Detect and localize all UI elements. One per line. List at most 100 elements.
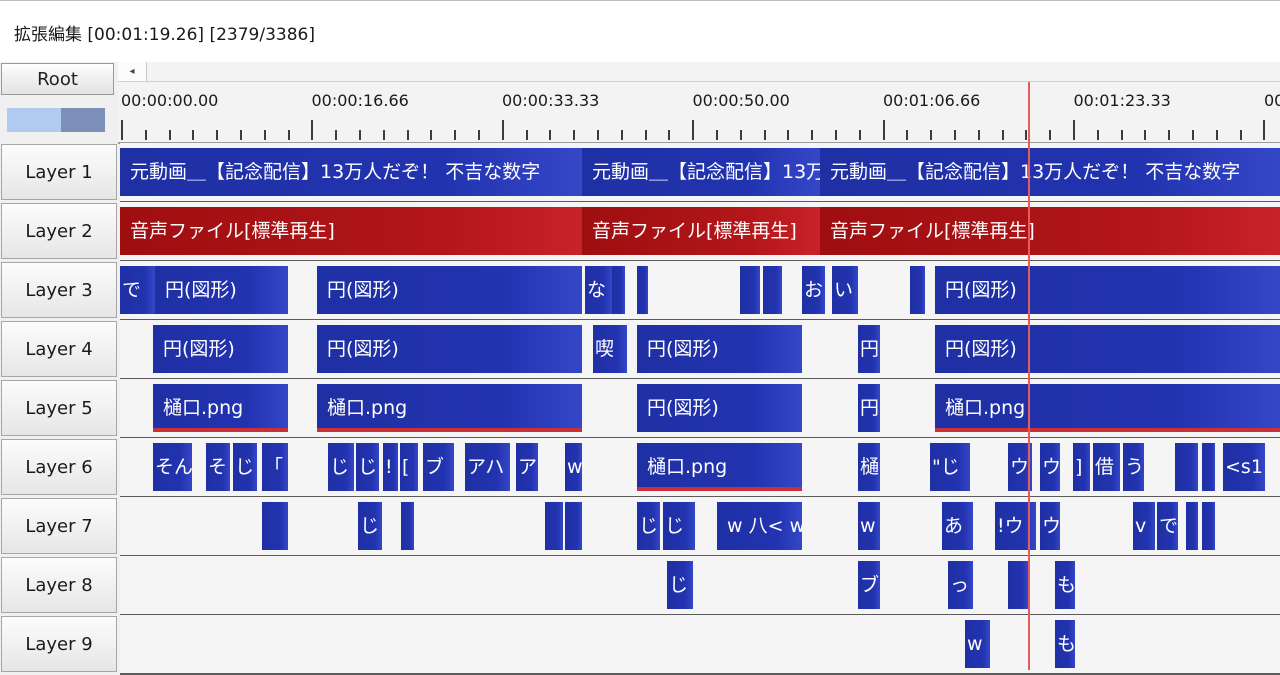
track-row-layer-5[interactable]: 樋口.png 樋口.png 円(図形) 円 樋口.png (120, 379, 1280, 439)
timeline-clip[interactable]: 「 (262, 443, 288, 491)
timeline-clip[interactable]: 円(図形) (637, 384, 802, 432)
timeline-clip[interactable]: v (1133, 502, 1155, 550)
timeline-clip[interactable]: じ (663, 502, 695, 550)
timeline-clip[interactable]: w (565, 443, 582, 491)
track-row-layer-1[interactable]: 元動画＿【記念配信】13万人だぞ！ 不吉な数字元動画＿【記念配信】13万人だぞ！… (120, 143, 1280, 203)
layer-header-8[interactable]: Layer 8 (1, 557, 117, 613)
timeline-clip[interactable] (262, 502, 288, 550)
track-row-layer-7[interactable]: じじじw 八< w w あ !ウウ v で (120, 497, 1280, 557)
timeline-clip[interactable]: ] (1073, 443, 1090, 491)
timeline-clip[interactable]: じ (667, 561, 693, 609)
timeline-clip[interactable]: も (1055, 561, 1075, 609)
timeline-clip[interactable]: っ (948, 561, 973, 609)
layer-header-2[interactable]: Layer 2 (1, 203, 117, 259)
layer-header-1[interactable]: Layer 1 (1, 144, 117, 200)
timeline-clip[interactable]: じ (356, 443, 379, 491)
layer-header-7[interactable]: Layer 7 (1, 498, 117, 554)
timeline-clip[interactable]: じ (637, 502, 660, 550)
track-row-layer-6[interactable]: そんそじ「じじ![ブアハア w 樋口.png 樋 "じウウ] 借う <s1 (120, 438, 1280, 498)
track-row-layer-4[interactable]: 円(図形) 円(図形) 喫円(図形) 円円(図形) (120, 320, 1280, 380)
timeline-clip[interactable] (763, 266, 782, 314)
timeline-clip[interactable]: じ (358, 502, 382, 550)
audio-clip[interactable]: 音声ファイル[標準再生] (820, 207, 1280, 255)
timeline-clip[interactable] (637, 266, 648, 314)
timeline-clip[interactable]: 円 (858, 325, 880, 373)
timeline-clip[interactable] (910, 266, 925, 314)
timeline-clip[interactable]: じ (328, 443, 354, 491)
ruler-minor-tick (668, 130, 671, 140)
timeline-clip[interactable]: い (832, 266, 858, 314)
timeline-clip[interactable]: 円(図形) (153, 325, 288, 373)
layer-header-4[interactable]: Layer 4 (1, 321, 117, 377)
timeline-tracks[interactable]: 元動画＿【記念配信】13万人だぞ！ 不吉な数字元動画＿【記念配信】13万人だぞ！… (120, 143, 1280, 675)
timeline-clip[interactable]: 樋口.png (317, 384, 582, 432)
audio-clip[interactable]: 音声ファイル[標準再生] (120, 207, 582, 255)
audio-clip[interactable]: 音声ファイル[標準再生] (582, 207, 820, 255)
timeline-clip[interactable]: ウ (1040, 502, 1060, 550)
timeline-clip[interactable]: ブ (858, 561, 880, 609)
timeline-clip[interactable]: で (1157, 502, 1178, 550)
timeline-clip[interactable]: う (1123, 443, 1144, 491)
timeline-clip[interactable] (1186, 502, 1198, 550)
timeline-clip[interactable]: 元動画＿【記念配信】13万人だぞ！ 不吉な数字 (120, 148, 582, 196)
timeline-clip[interactable]: そ (206, 443, 230, 491)
layer-header-6[interactable]: Layer 6 (1, 439, 117, 495)
timeline-clip[interactable]: 元動画＿【記念配信】13万人だぞ！ 不吉な数字 (582, 148, 820, 196)
timeline-clip[interactable]: 樋口.png (637, 443, 802, 491)
timeline-clip[interactable]: じ (233, 443, 257, 491)
timeline-clip[interactable]: [ (400, 443, 418, 491)
timeline-clip[interactable] (1202, 443, 1215, 491)
track-row-layer-2[interactable]: 音声ファイル[標準再生] 音声ファイル[標準再生] 音声ファイル[標準再生] (120, 202, 1280, 262)
timeline-clip[interactable] (1008, 561, 1028, 609)
ruler-minor-tick (930, 130, 933, 140)
time-ruler[interactable]: 00:00:00.00 00:00:16.66 00:00:33.33 00:00:5… (118, 82, 1280, 144)
timeline-clip[interactable]: 樋口.png (153, 384, 288, 432)
timeline-clip[interactable]: 借 (1093, 443, 1120, 491)
timeline-clip[interactable]: 円 (858, 384, 880, 432)
playhead-cursor[interactable] (1028, 82, 1030, 670)
horizontal-scrollbar[interactable]: ◂ (118, 62, 1280, 82)
root-button[interactable]: Root (1, 63, 114, 95)
timeline-clip[interactable]: 円(図形) (935, 266, 1280, 314)
timeline-clip[interactable]: "じ (930, 443, 970, 491)
track-row-layer-9[interactable]: wも (120, 615, 1280, 675)
timeline-clip[interactable] (1202, 502, 1215, 550)
track-row-layer-8[interactable]: じブっも (120, 556, 1280, 616)
layer-header-5[interactable]: Layer 5 (1, 380, 117, 436)
timeline-clip[interactable]: も (1055, 620, 1075, 668)
timeline-clip[interactable]: ! (383, 443, 398, 491)
timeline-clip[interactable]: w 八< w (717, 502, 802, 550)
timeline-scale-slider[interactable] (7, 108, 105, 132)
timeline-clip[interactable]: 円(図形) (155, 266, 288, 314)
timeline-clip[interactable]: 樋口.png (935, 384, 1280, 432)
timeline-clip[interactable]: 喫 (593, 325, 627, 373)
timeline-clip[interactable]: w (858, 502, 880, 550)
layer-header-9[interactable]: Layer 9 (1, 616, 117, 672)
timeline-clip[interactable]: ウ (1040, 443, 1060, 491)
timeline-clip[interactable]: ア (516, 443, 538, 491)
timeline-clip[interactable] (545, 502, 563, 550)
timeline-clip[interactable]: な (585, 266, 612, 314)
timeline-clip[interactable]: あ (942, 502, 973, 550)
timeline-clip[interactable] (565, 502, 582, 550)
timeline-clip[interactable] (1175, 443, 1198, 491)
timeline-clip[interactable]: 円(図形) (637, 325, 802, 373)
timeline-clip[interactable]: w (965, 620, 990, 668)
timeline-clip[interactable]: <s1 (1223, 443, 1265, 491)
timeline-clip[interactable] (612, 266, 625, 314)
scroll-left-arrow-icon[interactable]: ◂ (118, 62, 147, 81)
timeline-clip[interactable] (740, 266, 760, 314)
layer-header-3[interactable]: Layer 3 (1, 262, 117, 318)
timeline-clip[interactable]: そん (153, 443, 192, 491)
timeline-clip[interactable]: 円(図形) (317, 325, 582, 373)
timeline-clip[interactable]: で (120, 266, 155, 314)
timeline-clip[interactable]: 元動画＿【記念配信】13万人だぞ！ 不吉な数字 (820, 148, 1280, 196)
timeline-clip[interactable]: お (802, 266, 825, 314)
timeline-clip[interactable]: 樋 (858, 443, 880, 491)
timeline-clip[interactable]: 円(図形) (317, 266, 582, 314)
timeline-clip[interactable] (401, 502, 414, 550)
timeline-clip[interactable]: 円(図形) (935, 325, 1280, 373)
track-row-layer-3[interactable]: で円(図形) 円(図形) なおい円(図形) (120, 261, 1280, 321)
timeline-clip[interactable]: ブ (423, 443, 454, 491)
timeline-clip[interactable]: アハ (465, 443, 510, 491)
